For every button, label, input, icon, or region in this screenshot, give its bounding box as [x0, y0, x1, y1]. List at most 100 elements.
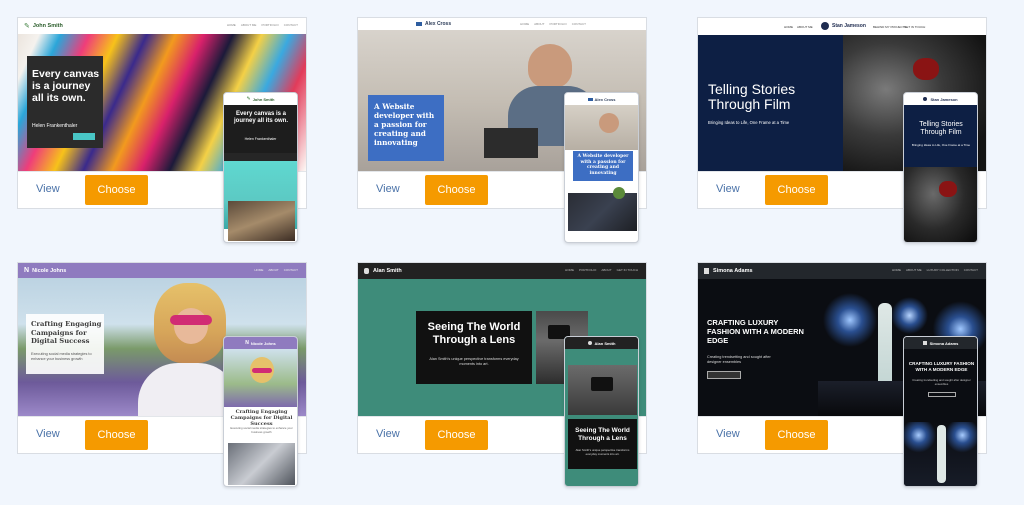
choose-button[interactable]: Choose: [85, 420, 148, 450]
nav-link: PORTFOLIO: [579, 268, 597, 272]
preview-brand: Alex Cross: [425, 21, 452, 27]
template-preview-mobile[interactable]: N Nicole Johns Crafting Engaging Campaig…: [223, 336, 298, 487]
hero-button: [928, 392, 956, 397]
nav-link: CONTACT: [283, 23, 298, 27]
preview-brand: John Smith: [32, 23, 63, 29]
preview-brand: Alan Smith: [373, 268, 402, 274]
nav-link: HOME: [254, 268, 264, 272]
nav-link: CONTACT: [283, 268, 298, 272]
view-link[interactable]: View: [716, 183, 740, 195]
nav-link: CONTACT: [963, 268, 978, 272]
pen-icon: ✎: [246, 96, 251, 102]
nav-link: ABOUT: [601, 268, 612, 272]
hero-box: A Website developer with a passion for c…: [368, 95, 444, 161]
hero-subline: Alan Smith's unique perspective transfor…: [429, 357, 519, 366]
hero-subline: Alan Smith's unique perspective transfor…: [575, 448, 630, 456]
template-preview-mobile[interactable]: Stan Jameson Telling Stories Through Fil…: [903, 92, 978, 243]
hero-headline: Crafting Engaging Campaigns for Digital …: [31, 320, 102, 345]
hero-photo-person: [528, 44, 572, 88]
hero-headline: Crafting Engaging Campaigns for Digital …: [230, 409, 293, 427]
view-link[interactable]: View: [36, 428, 60, 440]
nav-link: ABOUT: [268, 268, 279, 272]
nav-link: ABOUT: [534, 22, 545, 26]
nav-link: HOME: [892, 268, 902, 272]
film-reel-icon: [923, 97, 928, 101]
choose-button[interactable]: Choose: [85, 175, 148, 205]
preview-nav: Simona Adams HOME ABOUT ME LUXURY COLLEC…: [698, 263, 986, 279]
nav-link: HOME: [520, 22, 530, 26]
hero-box: Seeing The World Through a Lens Alan Smi…: [568, 419, 637, 469]
pen-icon: ✎: [24, 23, 30, 30]
person-icon: [364, 268, 369, 274]
preview-brand: Alex Cross: [594, 96, 616, 102]
nav-link: ABOUT ME: [240, 23, 257, 27]
hero-headline: Every canvas is a journey all its own.: [233, 111, 288, 124]
hero-button: [707, 371, 741, 379]
hero-box: Crafting Engaging Campaigns for Digital …: [26, 314, 104, 374]
preview-nav: Alan Smith HOME PORTFOLIO ABOUT GET IN T…: [358, 263, 646, 279]
plant-decoration: [613, 187, 625, 199]
view-link[interactable]: View: [376, 428, 400, 440]
preview-brand: Simona Adams: [713, 268, 753, 274]
preview-brand: Nicole Johns: [250, 340, 276, 346]
model-figure: [937, 425, 946, 483]
hero-subline: Bringing Ideas to Life, One Frame at a T…: [911, 143, 971, 147]
nav-link: HOME: [565, 268, 575, 272]
view-link[interactable]: View: [36, 183, 60, 195]
preview-brand: Stan Jameson: [930, 96, 958, 102]
hero-button: [73, 133, 95, 140]
preview-nav: HOME ABOUT ME Stan Jameson BEHIND MY PRO…: [698, 18, 986, 35]
hero-headline: Telling Stories Through Film: [708, 81, 796, 112]
hero-subline: Helen Frankenthaler: [244, 137, 277, 141]
view-link[interactable]: View: [716, 428, 740, 440]
preview-nav: N Nicole Johns HOME ABOUT CONTACT: [18, 263, 306, 278]
template-preview-mobile[interactable]: Alex Cross A Website developer with a pa…: [564, 92, 639, 243]
film-reel-icon: [821, 22, 829, 30]
nav-link: ABOUT ME: [906, 268, 922, 272]
preview-nav: ✎ John Smith HOME ABOUT ME PORTFOLIO CON…: [18, 18, 306, 34]
nav-link: PORTFOLIO: [261, 23, 279, 27]
preview-brand: John Smith: [252, 96, 275, 102]
view-link[interactable]: View: [376, 183, 400, 195]
hero-box: Every canvas is a journey all its own. H…: [27, 56, 103, 148]
nav-link: BEHIND MY PROJECTS: [873, 25, 907, 29]
n-logo-icon: N: [24, 267, 30, 274]
dress-icon: [704, 268, 709, 274]
nav-link: ABOUT ME: [797, 25, 813, 29]
preview-nav: Alex Cross HOME ABOUT PORTFOLIO CONTACT: [358, 18, 646, 30]
dress-icon: [922, 341, 927, 345]
preview-brand: Nicole Johns: [32, 267, 67, 274]
hero-headline: Telling Stories Through Film: [919, 121, 963, 136]
n-logo-icon: N: [245, 340, 249, 346]
template-preview-mobile[interactable]: Simona Adams CRAFTING LUXURY FASHION WIT…: [903, 336, 978, 487]
choose-button[interactable]: Choose: [425, 420, 488, 450]
hero-subline: Helen Frankenthaler: [32, 123, 78, 129]
hero-headline: A Website developer with a passion for c…: [374, 102, 435, 147]
hero-photo: [904, 167, 977, 242]
hero-headline: Seeing The World Through a Lens: [427, 321, 521, 346]
nav-link: GET IN TOUCH: [616, 268, 638, 272]
hero-box: Seeing The World Through a Lens Alan Smi…: [416, 311, 532, 384]
hero-headline: A Website developer with a passion for c…: [577, 154, 629, 176]
choose-button[interactable]: Choose: [765, 420, 828, 450]
nav-link: HOME: [226, 23, 236, 27]
hero-subline: Creating trendsetting and sought after d…: [707, 355, 771, 364]
nav-link: PORTFOLIO: [549, 22, 567, 26]
hero-headline: CRAFTING LUXURY FASHION WITH A MODERN ED…: [707, 318, 804, 345]
hero-subline: Creating trendsetting and sought after d…: [912, 378, 971, 386]
choose-button[interactable]: Choose: [765, 175, 828, 205]
template-preview-mobile[interactable]: Alan Smith Seeing The World Through a Le…: [564, 336, 639, 487]
hero-subline: Executing social media strategies to enh…: [230, 426, 293, 434]
nav-link: HOME: [784, 25, 793, 29]
person-icon: [587, 341, 592, 345]
nav-link: GET IN TOUCH: [904, 25, 926, 29]
hero-subline: Executing social media strategies to enh…: [31, 352, 92, 361]
preview-brand: Alan Smith: [594, 340, 616, 346]
hero-headline: Every canvas is a journey all its own.: [32, 68, 100, 104]
choose-button[interactable]: Choose: [425, 175, 488, 205]
nav-link: LUXURY COLLECTION: [926, 268, 959, 272]
monitor-icon: [416, 22, 422, 26]
hero-subline: Bringing Ideas to Life, One Frame at a T…: [708, 120, 790, 125]
hero-box: A Website developer with a passion for c…: [573, 151, 633, 181]
template-preview-mobile[interactable]: ✎ John Smith Every canvas is a journey a…: [223, 92, 298, 243]
